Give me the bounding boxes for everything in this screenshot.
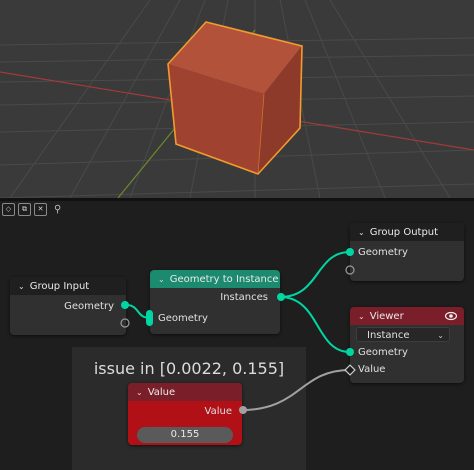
node-editor[interactable]: ◇ ⧉ ✕ ⚲ issue in [0.0022, 0.155] ⌄ Group…: [0, 201, 474, 470]
socket-output[interactable]: [121, 301, 129, 309]
link-geometry: [279, 296, 351, 353]
socket-empty[interactable]: [345, 265, 355, 275]
socket-output[interactable]: [239, 406, 247, 414]
socket-input[interactable]: [346, 248, 354, 256]
cube-object[interactable]: [167, 21, 303, 175]
socket-output[interactable]: [277, 293, 285, 301]
socket-input[interactable]: [344, 364, 356, 376]
link-value: [241, 369, 351, 411]
3d-viewport[interactable]: [0, 0, 474, 198]
viewport-scene: [0, 0, 474, 198]
socket-input[interactable]: [146, 310, 153, 326]
socket-input[interactable]: [346, 348, 354, 356]
node-links: [120, 248, 356, 414]
socket-empty[interactable]: [120, 318, 130, 328]
link-geometry: [279, 251, 351, 298]
